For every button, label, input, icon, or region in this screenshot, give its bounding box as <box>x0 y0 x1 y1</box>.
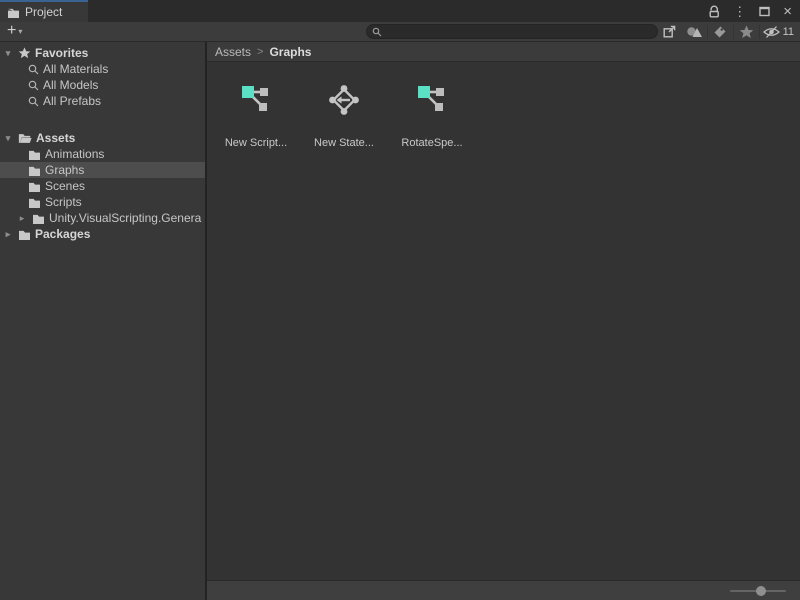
expander-icon[interactable]: ▾ <box>2 133 14 144</box>
folder-icon <box>18 229 31 240</box>
sidebar-item-all-models[interactable]: All Models <box>0 77 205 93</box>
filter-by-label-icon[interactable] <box>708 22 733 42</box>
folder-icon <box>7 7 20 18</box>
kebab-menu-icon[interactable]: ⋮ <box>733 5 746 18</box>
favorite-search-star-icon[interactable] <box>734 22 759 42</box>
breadcrumb: Assets > Graphs <box>207 42 800 62</box>
filter-by-type-icon[interactable] <box>682 22 707 42</box>
expander-icon[interactable]: ▸ <box>2 229 14 240</box>
expander-icon[interactable]: ▸ <box>16 213 28 224</box>
expander-icon[interactable]: ▾ <box>2 48 14 59</box>
search-icon <box>28 64 39 75</box>
window-controls: ⋮ × <box>708 0 800 22</box>
folder-icon <box>28 197 41 208</box>
script-graph-icon <box>239 83 273 117</box>
folder-icon <box>28 165 41 176</box>
asset-item-rotatespe[interactable]: RotateSpe... <box>393 83 471 149</box>
search-expand-icon[interactable] <box>658 24 682 39</box>
folder-icon <box>28 149 41 160</box>
sidebar-item-unity-visualscripting[interactable]: ▸ Unity.VisualScripting.Genera <box>0 210 205 226</box>
breadcrumb-separator-icon: > <box>257 46 263 58</box>
search-icon <box>28 80 39 91</box>
footer-bar <box>207 580 800 600</box>
chevron-down-icon: ▾ <box>18 27 22 36</box>
asset-item-new-state[interactable]: New State... <box>305 83 383 149</box>
folder-open-icon <box>18 132 32 144</box>
sidebar-item-animations[interactable]: Animations <box>0 146 205 162</box>
search-icon <box>372 27 382 37</box>
sidebar-item-graphs[interactable]: Graphs <box>0 162 205 178</box>
tab-bar: Project ⋮ × <box>0 0 800 22</box>
breadcrumb-root[interactable]: Assets <box>215 45 251 59</box>
breadcrumb-current[interactable]: Graphs <box>269 45 311 59</box>
star-icon <box>18 47 31 59</box>
script-graph-icon <box>415 83 449 117</box>
tab-project[interactable]: Project <box>0 0 88 22</box>
sidebar-item-label: Animations <box>45 147 104 161</box>
folder-icon <box>32 213 45 224</box>
sidebar-item-label: Scripts <box>45 195 82 209</box>
sidebar-item-scenes[interactable]: Scenes <box>0 178 205 194</box>
create-asset-button[interactable]: + ▾ <box>0 25 29 39</box>
sidebar-item-label: Scenes <box>45 179 85 193</box>
tab-title: Project <box>25 5 62 19</box>
project-tree-sidebar: ▾ Favorites All Materials All Models <box>0 42 207 600</box>
sidebar-item-label: Packages <box>35 227 90 241</box>
zoom-slider-knob[interactable] <box>756 586 766 596</box>
folder-icon <box>28 181 41 192</box>
hidden-count-toggle[interactable]: 11 <box>760 25 800 39</box>
sidebar-item-label: Graphs <box>45 163 84 177</box>
eye-slash-icon <box>762 25 781 39</box>
sidebar-item-label: Assets <box>36 131 75 145</box>
sidebar-item-label: All Models <box>43 78 98 92</box>
project-window: Project ⋮ × + ▾ <box>0 0 800 600</box>
sidebar-section-packages[interactable]: ▸ Packages <box>0 226 205 242</box>
search-icon <box>28 96 39 107</box>
search-field[interactable] <box>366 24 658 39</box>
close-icon[interactable]: × <box>783 4 792 19</box>
asset-grid: New Script... New <box>207 62 800 580</box>
state-graph-icon <box>327 83 361 117</box>
sidebar-item-label: Favorites <box>35 46 88 60</box>
asset-label: New Script... <box>225 137 287 149</box>
asset-browser-content: Assets > Graphs New Script <box>207 42 800 600</box>
sidebar-item-label: All Prefabs <box>43 94 101 108</box>
sidebar-section-favorites[interactable]: ▾ Favorites <box>0 45 205 61</box>
sidebar-item-label: All Materials <box>43 62 108 76</box>
unlock-icon[interactable] <box>708 5 720 18</box>
sidebar-section-assets[interactable]: ▾ Assets <box>0 130 205 146</box>
asset-item-new-script[interactable]: New Script... <box>217 83 295 149</box>
toolbar: + ▾ 11 <box>0 22 800 42</box>
maximize-icon[interactable] <box>759 6 770 17</box>
sidebar-item-all-materials[interactable]: All Materials <box>0 61 205 77</box>
zoom-slider[interactable] <box>730 590 786 592</box>
asset-label: RotateSpe... <box>401 137 462 149</box>
hidden-count: 11 <box>783 26 794 38</box>
plus-icon: + <box>7 23 16 39</box>
sidebar-item-label: Unity.VisualScripting.Genera <box>49 211 201 225</box>
asset-label: New State... <box>314 137 374 149</box>
search-input[interactable] <box>386 26 652 38</box>
sidebar-item-scripts[interactable]: Scripts <box>0 194 205 210</box>
sidebar-item-all-prefabs[interactable]: All Prefabs <box>0 93 205 109</box>
